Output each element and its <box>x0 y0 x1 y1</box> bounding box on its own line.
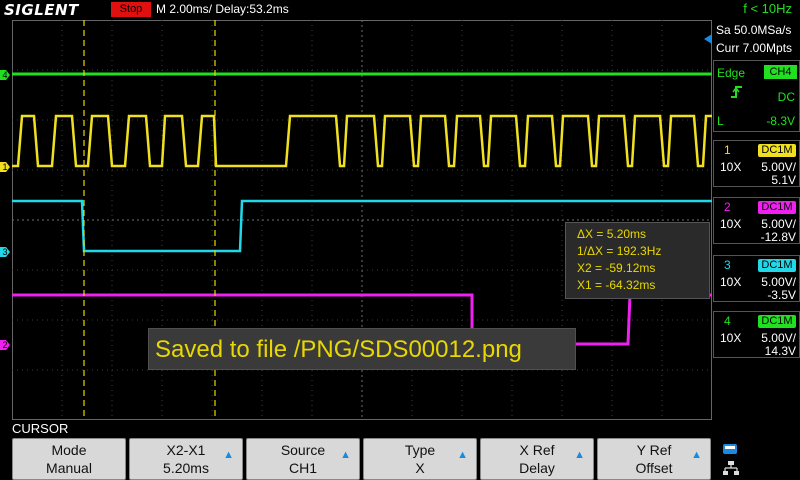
ch2-offset-marker[interactable]: 2 <box>0 340 10 350</box>
trigger-type-label: Edge <box>717 66 746 80</box>
usb-storage-icon <box>723 444 737 454</box>
channel-volts-div: 5.00V/ <box>761 275 796 289</box>
channel-probe: 10X <box>720 160 742 174</box>
softkey-label: Mode <box>51 442 87 458</box>
knob-up-arrow-icon: ▲ <box>574 449 585 461</box>
x2-readout: X2 = -59.12ms <box>577 261 656 275</box>
trigger-level-prefix: L <box>717 114 724 128</box>
softkey-value: Delay <box>519 460 555 476</box>
channel-probe: 10X <box>720 217 742 231</box>
run-stop-status-badge[interactable]: Stop <box>111 2 151 17</box>
channel-offset: 5.1V <box>771 173 796 187</box>
x1-readout: X1 = -64.32ms <box>577 278 656 292</box>
rising-edge-icon <box>731 86 742 98</box>
memory-depth-readout: Curr 7.00Mpts <box>716 41 793 55</box>
softkey-type[interactable]: Type X ▲ <box>363 438 477 480</box>
softkey-x-ref[interactable]: X Ref Delay ▲ <box>480 438 594 480</box>
channel-offset: 14.3V <box>764 344 796 358</box>
channel-number: 2 <box>724 200 731 214</box>
channel-probe: 10X <box>720 275 742 289</box>
channel-2-info[interactable]: 2 DC1M 10X 5.00V/ -12.8V <box>713 197 800 244</box>
channel-3-info[interactable]: 3 DC1M 10X 5.00V/ -3.5V <box>713 255 800 302</box>
channel-coupling-badge: DC1M <box>758 315 796 328</box>
sample-rate-readout: Sa 50.0MSa/s <box>716 23 792 37</box>
status-icons <box>718 440 798 480</box>
waveform-display[interactable]: ΔX = 5.20ms 1/ΔX = 192.3Hz X2 = -59.12ms… <box>12 20 712 420</box>
channel-offset: -3.5V <box>767 288 796 302</box>
frequency-counter: f < 10Hz <box>743 1 792 16</box>
knob-up-arrow-icon: ▲ <box>691 449 702 461</box>
knob-up-arrow-icon: ▲ <box>457 449 468 461</box>
cursor-measurement-panel: ΔX = 5.20ms 1/ΔX = 192.3Hz X2 = -59.12ms… <box>565 222 710 299</box>
softkey-x2-x1[interactable]: X2-X1 5.20ms ▲ <box>129 438 243 480</box>
softkey-mode[interactable]: Mode Manual <box>12 438 126 480</box>
delta-x-readout: ΔX = 5.20ms <box>577 227 647 241</box>
knob-up-arrow-icon: ▲ <box>340 449 351 461</box>
softkey-value: Manual <box>46 460 92 476</box>
channel-offset: -12.8V <box>760 230 796 244</box>
softkey-value: X <box>415 460 425 476</box>
channel-4-info[interactable]: 4 DC1M 10X 5.00V/ 14.3V <box>713 311 800 358</box>
channel-volts-div: 5.00V/ <box>761 160 796 174</box>
inverse-delta-x-readout: 1/ΔX = 192.3Hz <box>577 244 662 258</box>
ch1-offset-marker[interactable]: 1 <box>0 162 10 172</box>
channel-coupling-badge: DC1M <box>758 259 796 272</box>
knob-up-arrow-icon: ▲ <box>223 449 234 461</box>
brand-logo: SIGLENT <box>4 1 79 19</box>
softkey-value: CH1 <box>288 460 317 476</box>
network-icon <box>723 461 739 475</box>
timebase-readout[interactable]: M 2.00ms/ Delay:53.2ms <box>156 2 289 16</box>
softkey-value: Offset <box>635 460 673 476</box>
softkey-source[interactable]: Source CH1 ▲ <box>246 438 360 480</box>
trigger-level-value: -8.3V <box>766 114 795 128</box>
channel-coupling-badge: DC1M <box>758 201 796 214</box>
channel-volts-div: 5.00V/ <box>761 331 796 345</box>
channel-probe: 10X <box>720 331 742 345</box>
top-status-bar: SIGLENT Stop M 2.00ms/ Delay:53.2ms f < … <box>0 0 800 20</box>
channel-volts-div: 5.00V/ <box>761 217 796 231</box>
softkey-y-ref[interactable]: Y Ref Offset ▲ <box>597 438 711 480</box>
ch3-offset-marker[interactable]: 3 <box>0 247 10 257</box>
softkey-bar: Mode Manual X2-X1 5.20ms ▲ Source CH1 ▲ … <box>12 438 712 480</box>
ch4-offset-marker[interactable]: 4 <box>0 70 10 80</box>
save-notification: Saved to file /PNG/SDS00012.png <box>148 328 576 370</box>
channel-number: 1 <box>724 143 731 157</box>
channel-number: 3 <box>724 258 731 272</box>
trigger-coupling: DC <box>777 90 795 104</box>
softkey-value: 5.20ms <box>163 460 209 476</box>
menu-title: CURSOR <box>12 421 69 436</box>
trigger-info-box[interactable]: Edge CH4 DC L -8.3V <box>713 60 800 132</box>
channel-1-info[interactable]: 1 DC1M 10X 5.00V/ 5.1V <box>713 140 800 187</box>
channel-number: 4 <box>724 314 731 328</box>
channel-coupling-badge: DC1M <box>758 144 796 157</box>
trigger-level-marker[interactable] <box>704 34 712 44</box>
right-info-panel: Sa 50.0MSa/s Curr 7.00Mpts Edge CH4 DC L… <box>713 20 800 436</box>
trigger-source-badge: CH4 <box>764 65 797 79</box>
